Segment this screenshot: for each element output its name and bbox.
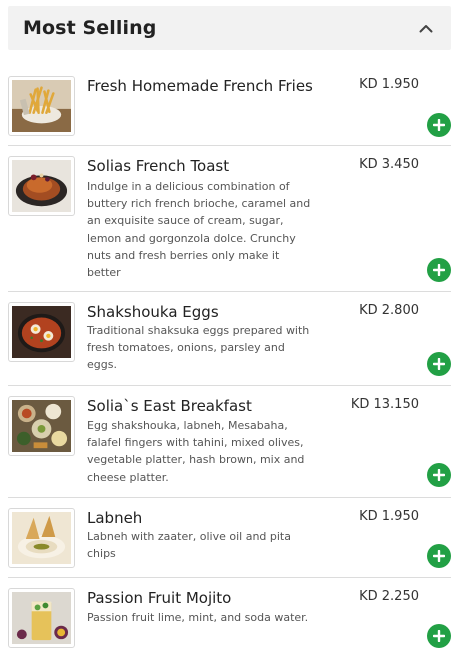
- item-price: KD 2.800: [359, 303, 419, 318]
- item-description: Egg shakshouka, labneh, Mesabaha, falafe…: [87, 419, 305, 484]
- item-price: KD 1.950: [359, 77, 419, 92]
- item-name: Labneh: [87, 509, 143, 527]
- item-image-east-breakfast: [8, 396, 75, 456]
- menu-item[interactable]: Solias French Toast KD 3.450 Indulge in …: [8, 146, 451, 292]
- item-description: Passion fruit lime, mint, and soda water…: [87, 611, 309, 624]
- item-name: Shakshouka Eggs: [87, 303, 219, 321]
- plus-icon: [433, 469, 445, 481]
- menu-item[interactable]: Shakshouka Eggs KD 2.800 Traditional sha…: [8, 292, 451, 386]
- item-price: KD 3.450: [359, 157, 419, 172]
- item-image-labneh: [8, 508, 75, 568]
- plus-icon: [433, 630, 445, 642]
- plus-icon: [433, 119, 445, 131]
- item-price: KD 1.950: [359, 509, 419, 524]
- add-to-cart-button[interactable]: [427, 258, 451, 282]
- menu-item[interactable]: Solia`s East Breakfast KD 13.150 Egg sha…: [8, 386, 451, 498]
- item-name: Passion Fruit Mojito: [87, 589, 232, 607]
- add-to-cart-button[interactable]: [427, 352, 451, 376]
- plus-icon: [433, 264, 445, 276]
- item-name: Solia`s East Breakfast: [87, 397, 252, 415]
- menu-item[interactable]: Fresh Homemade French Fries KD 1.950: [8, 70, 451, 146]
- menu-item[interactable]: Labneh KD 1.950 Labneh with zaater, oliv…: [8, 498, 451, 578]
- section-header[interactable]: Most Selling: [8, 6, 451, 50]
- item-image-french-toast: [8, 156, 75, 216]
- item-name: Solias French Toast: [87, 157, 230, 175]
- add-to-cart-button[interactable]: [427, 624, 451, 648]
- item-price: KD 2.250: [359, 589, 419, 604]
- add-to-cart-button[interactable]: [427, 113, 451, 137]
- plus-icon: [433, 550, 445, 562]
- add-to-cart-button[interactable]: [427, 544, 451, 568]
- section-title: Most Selling: [23, 17, 157, 39]
- menu-item[interactable]: Passion Fruit Mojito KD 2.250 Passion fr…: [8, 578, 451, 658]
- item-name: Fresh Homemade French Fries: [87, 77, 313, 95]
- item-description: Traditional shaksuka eggs prepared with …: [87, 324, 310, 372]
- plus-icon: [433, 358, 445, 370]
- item-description: Indulge in a delicious combination of bu…: [87, 180, 311, 280]
- add-to-cart-button[interactable]: [427, 463, 451, 487]
- chevron-up-icon[interactable]: [416, 18, 436, 38]
- item-image-passion-fruit-mojito: [8, 588, 75, 648]
- item-image-shakshouka: [8, 302, 75, 362]
- item-image-french-fries: [8, 76, 75, 136]
- item-description: Labneh with zaater, olive oil and pita c…: [87, 530, 291, 561]
- item-price: KD 13.150: [350, 397, 419, 412]
